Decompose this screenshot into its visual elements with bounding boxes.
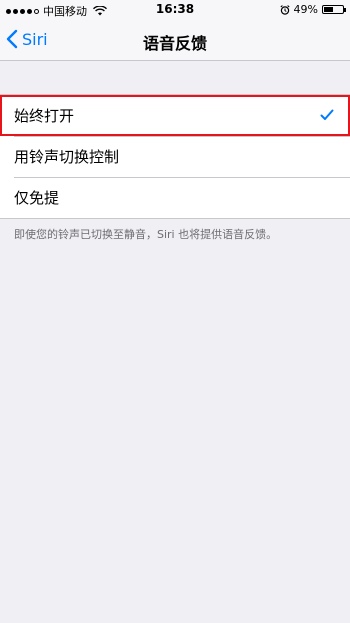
option-label: 仅免提	[14, 189, 60, 207]
status-bar: 中国移动 16:38 49%	[0, 0, 350, 20]
header: 中国移动 16:38 49% Siri 语音反馈	[0, 0, 350, 61]
battery-percent: 49%	[293, 3, 318, 16]
alarm-icon	[279, 4, 290, 15]
option-label: 始终打开	[14, 107, 75, 125]
battery-fill	[324, 7, 333, 12]
footnote: 即使您的铃声已切换至静音，Siri 也将提供语音反馈。	[14, 228, 278, 241]
page-title: 语音反馈	[142, 34, 207, 53]
nav-bar: Siri 语音反馈	[0, 20, 350, 60]
option-ringer-switch[interactable]: 用铃声切换控制	[0, 136, 350, 177]
voice-feedback-options: 始终打开 用铃声切换控制 仅免提	[0, 94, 350, 219]
checkmark-icon	[320, 109, 334, 120]
battery-icon	[322, 5, 346, 14]
option-always-on[interactable]: 始终打开	[0, 95, 350, 136]
option-hands-free-only[interactable]: 仅免提	[0, 177, 350, 218]
option-label: 用铃声切换控制	[14, 148, 120, 166]
status-right: 49%	[279, 3, 346, 16]
